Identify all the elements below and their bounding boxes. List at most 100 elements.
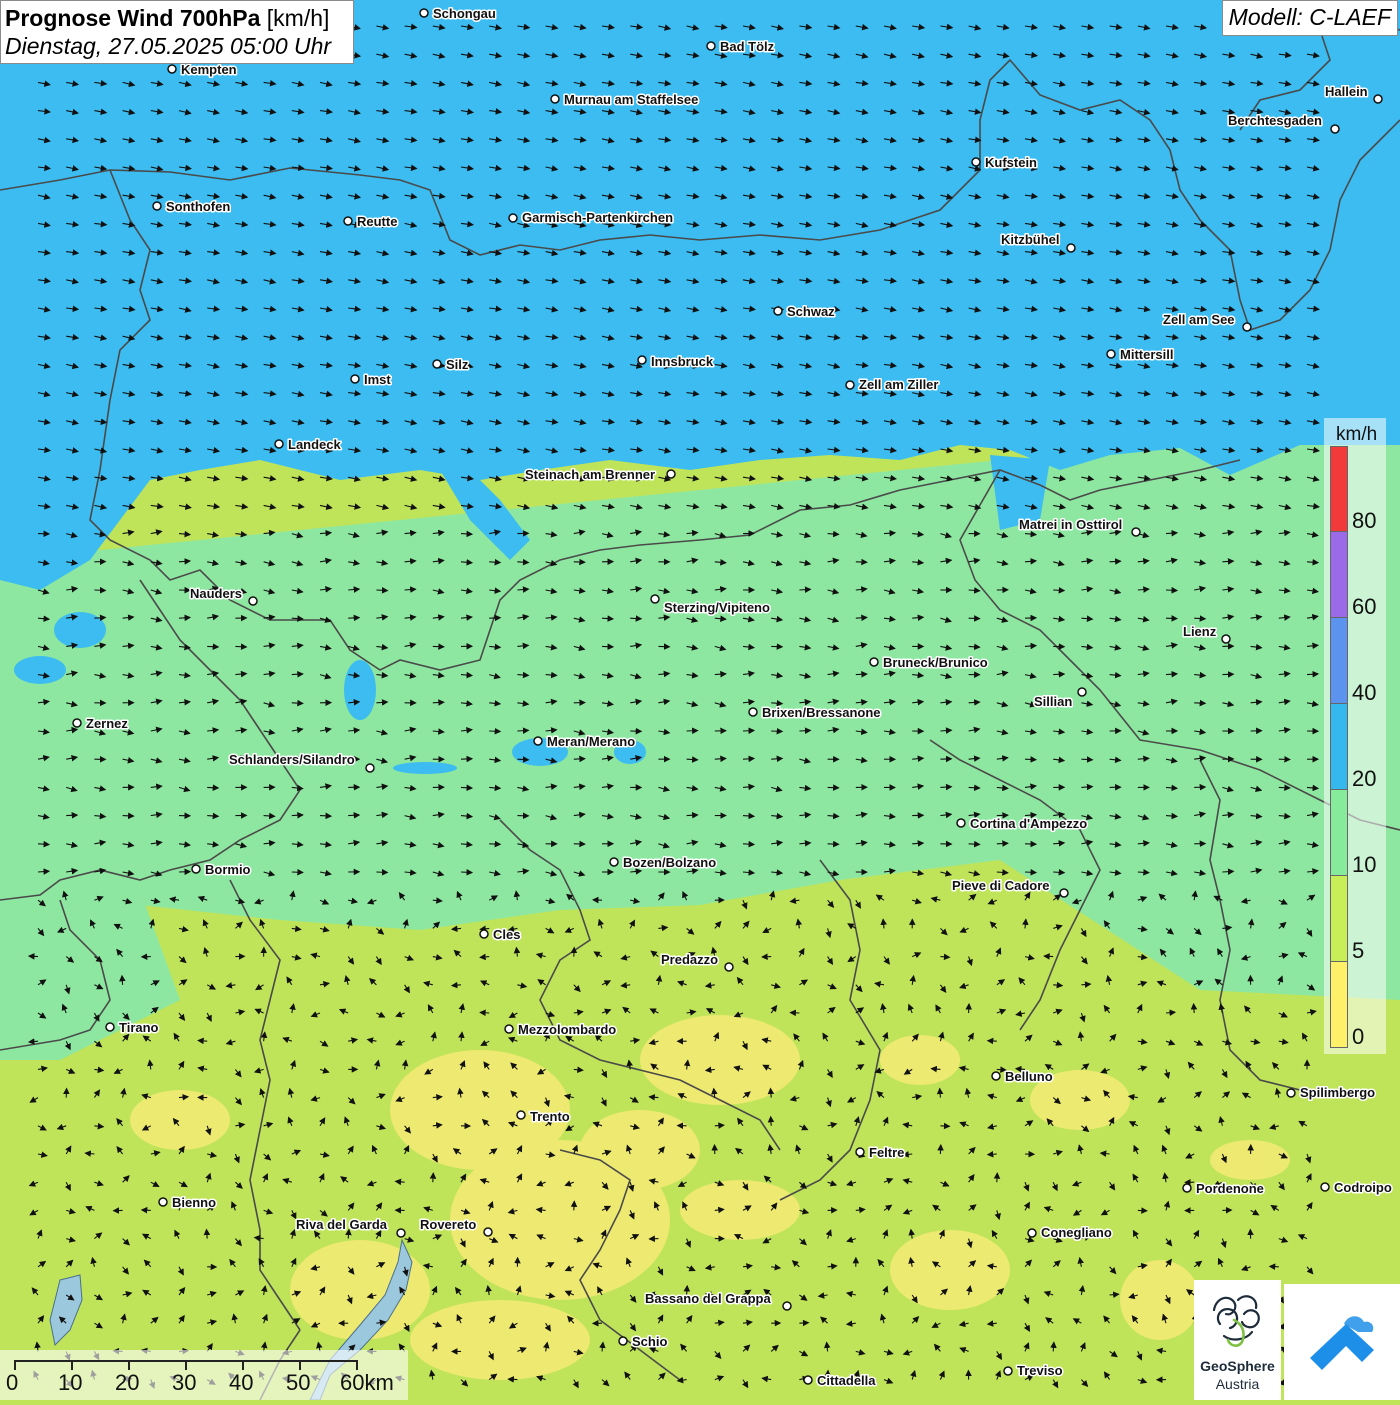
svg-text:Murnau am Staffelsee: Murnau am Staffelsee xyxy=(564,92,698,107)
legend-segment-60-80 xyxy=(1330,532,1348,618)
wind-arrow xyxy=(799,589,810,590)
svg-text:Mittersill: Mittersill xyxy=(1120,347,1173,362)
wind-arrow xyxy=(376,872,387,873)
wind-arrow xyxy=(1053,590,1064,591)
scale-tick xyxy=(128,1360,130,1370)
legend-tick: 20 xyxy=(1352,766,1376,792)
svg-text:Nauders: Nauders xyxy=(190,586,242,601)
wind-arrow xyxy=(771,1089,772,1098)
wind-arrow xyxy=(969,844,980,845)
city-cortina[interactable]: Cortina d'Ampezzo xyxy=(957,816,1087,831)
scale-label: 50 xyxy=(286,1370,310,1396)
wind-patch xyxy=(54,612,106,648)
wind-patch xyxy=(393,762,457,774)
wind-arrow xyxy=(29,956,38,957)
svg-text:Zell am See: Zell am See xyxy=(1163,312,1235,327)
model-label: Modell: C-LAEF xyxy=(1222,0,1398,36)
svg-text:Conegliano: Conegliano xyxy=(1041,1225,1112,1240)
svg-text:Sillian: Sillian xyxy=(1034,694,1072,709)
color-legend: km/h 80 60 40 20 10 5 0 xyxy=(1324,418,1386,1054)
svg-text:Garmisch-Partenkirchen: Garmisch-Partenkirchen xyxy=(522,210,673,225)
scale-tick xyxy=(299,1360,301,1370)
wind-patch xyxy=(14,656,66,684)
svg-text:Bozen/Bolzano: Bozen/Bolzano xyxy=(623,855,716,870)
legend-tick: 5 xyxy=(1352,938,1364,964)
app-logo[interactable] xyxy=(1284,1284,1400,1400)
wind-arrow xyxy=(856,674,867,675)
title-box: Prognose Wind 700hPa [km/h] Dienstag, 27… xyxy=(0,0,354,64)
svg-text:Bormio: Bormio xyxy=(205,862,251,877)
svg-text:Hallein: Hallein xyxy=(1325,84,1368,99)
wind-arrow xyxy=(1222,561,1233,562)
title-unit: [km/h] xyxy=(267,5,330,31)
city-spilimbergo[interactable]: Spilimbergo xyxy=(1287,1085,1375,1100)
geosphere-logo[interactable]: GeoSphere Austria xyxy=(1194,1280,1281,1400)
svg-text:Meran/Merano: Meran/Merano xyxy=(547,734,635,749)
wind-arrow xyxy=(142,1210,151,1211)
wind-arrow xyxy=(207,787,218,788)
wind-arrow xyxy=(630,618,641,619)
wind-arrow xyxy=(743,844,754,845)
svg-text:Schwaz: Schwaz xyxy=(787,304,835,319)
wind-arrow xyxy=(1053,674,1064,675)
wind-arrow xyxy=(574,1201,575,1210)
city-murnau[interactable]: Murnau am Staffelsee xyxy=(551,92,698,107)
legend-unit: km/h xyxy=(1336,424,1377,446)
svg-text:Cortina d'Ampezzo: Cortina d'Ampezzo xyxy=(970,816,1087,831)
svg-text:Feltre: Feltre xyxy=(869,1145,904,1160)
wind-arrow xyxy=(1110,561,1121,562)
wind-arrow xyxy=(940,787,951,788)
wind-arrow xyxy=(1194,703,1205,704)
svg-text:Berchtesgaden: Berchtesgaden xyxy=(1228,113,1322,128)
scale-label: 10 xyxy=(58,1370,82,1396)
wind-arrow xyxy=(799,730,810,731)
city-pordenone[interactable]: Pordenone xyxy=(1183,1181,1264,1196)
wind-arrow xyxy=(461,872,472,873)
wind-arrow xyxy=(207,646,218,647)
wind-arrow xyxy=(1081,759,1092,760)
svg-text:Schlanders/Silandro: Schlanders/Silandro xyxy=(229,752,355,767)
wind-arrow xyxy=(517,759,528,760)
wind-arrow xyxy=(480,1012,489,1013)
wind-map[interactable]: Schongau Bad Tölz Kempten Murnau am Staf… xyxy=(0,0,1400,1400)
svg-text:Sterzing/Vipiteno: Sterzing/Vipiteno xyxy=(664,600,770,615)
wind-arrow xyxy=(123,816,134,817)
city-mezzolombardo[interactable]: Mezzolombardo xyxy=(505,1022,616,1037)
mountain-wind-app-icon xyxy=(1284,1284,1400,1400)
city-meran[interactable]: Meran/Merano xyxy=(534,734,635,749)
wind-arrow xyxy=(1081,984,1090,985)
city-steinach[interactable]: Steinach am Brenner xyxy=(525,467,675,482)
wind-arrow xyxy=(1053,872,1064,873)
wind-arrow xyxy=(687,759,698,760)
scale-tick xyxy=(242,1360,244,1370)
wind-arrow xyxy=(292,674,303,675)
city-zell-am-ziller[interactable]: Zell am Ziller xyxy=(846,377,938,392)
svg-text:Lienz: Lienz xyxy=(1183,624,1217,639)
city-bozen[interactable]: Bozen/Bolzano xyxy=(610,855,716,870)
svg-text:Matrei in Osttirol: Matrei in Osttirol xyxy=(1019,517,1122,532)
svg-text:Codroipo: Codroipo xyxy=(1334,1180,1392,1195)
wind-arrow xyxy=(1025,759,1036,760)
wind-arrow xyxy=(179,618,190,619)
wind-arrow xyxy=(292,703,303,704)
wind-arrow xyxy=(997,1173,998,1182)
city-garmisch[interactable]: Garmisch-Partenkirchen xyxy=(509,210,673,225)
city-bruneck[interactable]: Bruneck/Brunico xyxy=(870,655,988,670)
city-brixen[interactable]: Brixen/Bressanone xyxy=(749,705,881,720)
scale-label: 0 xyxy=(6,1370,18,1396)
svg-text:Steinach am Brenner: Steinach am Brenner xyxy=(525,467,655,482)
legend-segment-20-40 xyxy=(1330,704,1348,790)
scale-label: 20 xyxy=(115,1370,139,1396)
svg-text:Schongau: Schongau xyxy=(433,6,496,21)
svg-text:Riva del Garda: Riva del Garda xyxy=(296,1217,388,1232)
geosphere-name: GeoSphere xyxy=(1194,1358,1281,1374)
svg-text:Imst: Imst xyxy=(364,372,391,387)
wind-arrow xyxy=(198,1041,207,1042)
legend-tick: 40 xyxy=(1352,680,1376,706)
wind-arrow xyxy=(1044,956,1053,957)
city-conegliano[interactable]: Conegliano xyxy=(1028,1225,1112,1240)
wind-arrow xyxy=(348,815,359,816)
map-title: Prognose Wind 700hPa [km/h] xyxy=(5,4,349,32)
wind-arrow xyxy=(771,1117,772,1126)
wind-arrow xyxy=(320,816,331,817)
